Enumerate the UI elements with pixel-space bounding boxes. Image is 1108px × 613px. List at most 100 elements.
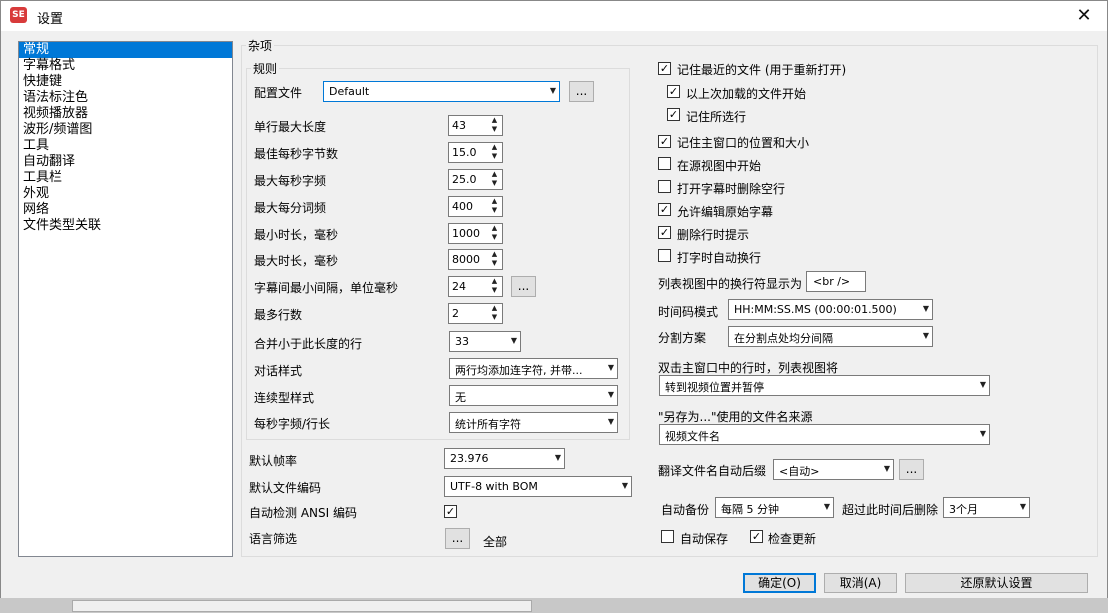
min-gap-spinner[interactable]: 24 ▲ ▼	[448, 276, 503, 297]
continuation-value: 无	[455, 391, 466, 404]
saveas-label: "另存为..."使用的文件名来源	[658, 410, 813, 424]
chevron-down-icon: ▼	[979, 380, 986, 389]
cps-line-select[interactable]: 统计所有字符 ▼	[449, 412, 618, 433]
close-button[interactable]: ✕	[1061, 1, 1107, 31]
language-filter-button[interactable]: ...	[445, 528, 470, 549]
auto-wrap-checkbox[interactable]	[658, 249, 671, 262]
split-select[interactable]: 在分割点处均分间隔 ▼	[728, 326, 933, 347]
spinner-arrows-icon[interactable]: ▲ ▼	[489, 116, 500, 135]
min-gap-browse-button[interactable]: ...	[511, 276, 536, 297]
nav-item-subtitle-formats[interactable]: 字幕格式	[19, 58, 232, 74]
settings-category-list[interactable]: 常规 字幕格式 快捷键 语法标注色 视频播放器 波形/频谱图 工具 自动翻译 工…	[18, 41, 233, 557]
restore-defaults-button[interactable]: 还原默认设置	[905, 573, 1088, 593]
merge-select[interactable]: 33 ▼	[449, 331, 521, 352]
chevron-down-icon: ▼	[607, 363, 614, 372]
single-line-max-label: 单行最大长度	[254, 120, 327, 134]
remember-recent-checkbox[interactable]: ✓	[658, 62, 671, 75]
nav-item-shortcuts[interactable]: 快捷键	[19, 74, 232, 90]
auto-wrap-label: 打字时自动换行	[677, 251, 762, 265]
delete-after-label: 超过此时间后删除	[842, 503, 939, 517]
nav-item-video-player[interactable]: 视频播放器	[19, 106, 232, 122]
default-fps-value: 23.976	[450, 452, 489, 465]
linebreak-input[interactable]: <br />	[806, 271, 866, 292]
max-duration-spinner[interactable]: 8000 ▲ ▼	[448, 249, 503, 270]
check-updates-checkbox[interactable]: ✓	[750, 530, 763, 543]
dblclick-select[interactable]: 转到视频位置并暂停 ▼	[659, 375, 990, 396]
allow-edit-original-checkbox[interactable]: ✓	[658, 203, 671, 216]
nav-item-syntax-coloring[interactable]: 语法标注色	[19, 90, 232, 106]
autobackup-label: 自动备份	[661, 503, 710, 517]
default-fps-select[interactable]: 23.976 ▼	[444, 448, 565, 469]
misc-group-title: 杂项	[248, 39, 273, 53]
nav-item-general[interactable]: 常规	[19, 42, 232, 58]
max-duration-label: 最大时长，毫秒	[254, 254, 339, 268]
max-wpm-label: 最大每分词频	[254, 201, 327, 215]
delete-after-value: 3个月	[949, 503, 978, 516]
spinner-arrows-icon[interactable]: ▲ ▼	[489, 224, 500, 243]
close-icon: ✕	[1076, 5, 1092, 26]
spinner-arrows-icon[interactable]: ▲ ▼	[489, 304, 500, 323]
saveas-value: 视频文件名	[665, 430, 720, 443]
nav-item-tools[interactable]: 工具	[19, 138, 232, 154]
timecode-value: HH:MM:SS.MS (00:00:01.500)	[734, 303, 897, 316]
timecode-select[interactable]: HH:MM:SS.MS (00:00:01.500) ▼	[728, 299, 933, 320]
title-bar: SE 设置 ✕	[1, 1, 1107, 31]
prompt-delete-checkbox[interactable]: ✓	[658, 226, 671, 239]
autobackup-select[interactable]: 每隔 5 分钟 ▼	[715, 497, 834, 518]
min-gap-value: 24	[452, 280, 466, 293]
rules-group-title: 规则	[253, 62, 278, 76]
dialog-style-select[interactable]: 两行均添加连字符, 并带... ▼	[449, 358, 618, 379]
nav-item-network[interactable]: 网络	[19, 202, 232, 218]
spinner-arrows-icon[interactable]: ▲ ▼	[489, 250, 500, 269]
autosave-checkbox[interactable]	[661, 530, 674, 543]
continuation-select[interactable]: 无 ▼	[449, 385, 618, 406]
cps-line-label: 每秒字频/行长	[254, 417, 331, 431]
merge-label: 合并小于此长度的行	[254, 337, 363, 351]
translate-suffix-button[interactable]: ...	[899, 459, 924, 480]
language-filter-label: 语言筛选	[249, 532, 298, 546]
dialog-style-label: 对话样式	[254, 364, 303, 378]
spinner-arrows-icon[interactable]: ▲ ▼	[489, 143, 500, 162]
remove-blank-checkbox[interactable]	[658, 180, 671, 193]
saveas-select[interactable]: 视频文件名 ▼	[659, 424, 990, 445]
start-source-view-checkbox[interactable]	[658, 157, 671, 170]
check-updates-label: 检查更新	[768, 532, 817, 546]
nav-item-toolbar[interactable]: 工具栏	[19, 170, 232, 186]
timecode-label: 时间码模式	[658, 305, 719, 319]
rules-group: 规则	[246, 60, 630, 440]
max-cps-spinner[interactable]: 25.0 ▲ ▼	[448, 169, 503, 190]
ok-button[interactable]: 确定(O)	[743, 573, 816, 593]
remember-selected-checkbox[interactable]: ✓	[667, 108, 680, 121]
nav-item-file-associations[interactable]: 文件类型关联	[19, 218, 232, 234]
auto-detect-ansi-checkbox[interactable]: ✓	[444, 505, 457, 518]
chevron-down-icon: ▼	[922, 304, 929, 313]
max-lines-spinner[interactable]: 2 ▲ ▼	[448, 303, 503, 324]
spinner-arrows-icon[interactable]: ▲ ▼	[489, 197, 500, 216]
spinner-arrows-icon[interactable]: ▲ ▼	[489, 170, 500, 189]
optimal-cps-value: 15.0	[452, 146, 477, 159]
nav-item-appearance[interactable]: 外观	[19, 186, 232, 202]
chevron-down-icon: ▼	[823, 502, 830, 511]
dblclick-value: 转到视频位置并暂停	[665, 381, 764, 394]
remember-selected-label: 记住所选行	[686, 110, 747, 124]
max-wpm-spinner[interactable]: 400 ▲ ▼	[448, 196, 503, 217]
start-last-file-checkbox[interactable]: ✓	[667, 85, 680, 98]
chevron-down-icon: ▼	[549, 86, 556, 95]
single-line-max-spinner[interactable]: 43 ▲ ▼	[448, 115, 503, 136]
optimal-cps-spinner[interactable]: 15.0 ▲ ▼	[448, 142, 503, 163]
start-source-view-label: 在源视图中开始	[677, 159, 762, 173]
split-label: 分割方案	[658, 331, 707, 345]
remember-window-checkbox[interactable]: ✓	[658, 135, 671, 148]
default-encoding-select[interactable]: UTF-8 with BOM ▼	[444, 476, 632, 497]
dblclick-label: 双击主窗口中的行时，列表视图将	[658, 361, 839, 375]
nav-item-auto-translate[interactable]: 自动翻译	[19, 154, 232, 170]
delete-after-select[interactable]: 3个月 ▼	[943, 497, 1030, 518]
translate-suffix-select[interactable]: <自动> ▼	[773, 459, 894, 480]
min-duration-spinner[interactable]: 1000 ▲ ▼	[448, 223, 503, 244]
cancel-button[interactable]: 取消(A)	[824, 573, 897, 593]
start-last-file-label: 以上次加载的文件开始	[686, 87, 807, 101]
spinner-arrows-icon[interactable]: ▲ ▼	[489, 277, 500, 296]
profile-select[interactable]: Default ▼	[323, 81, 560, 102]
nav-item-waveform[interactable]: 波形/频谱图	[19, 122, 232, 138]
profile-browse-button[interactable]: ...	[569, 81, 594, 102]
